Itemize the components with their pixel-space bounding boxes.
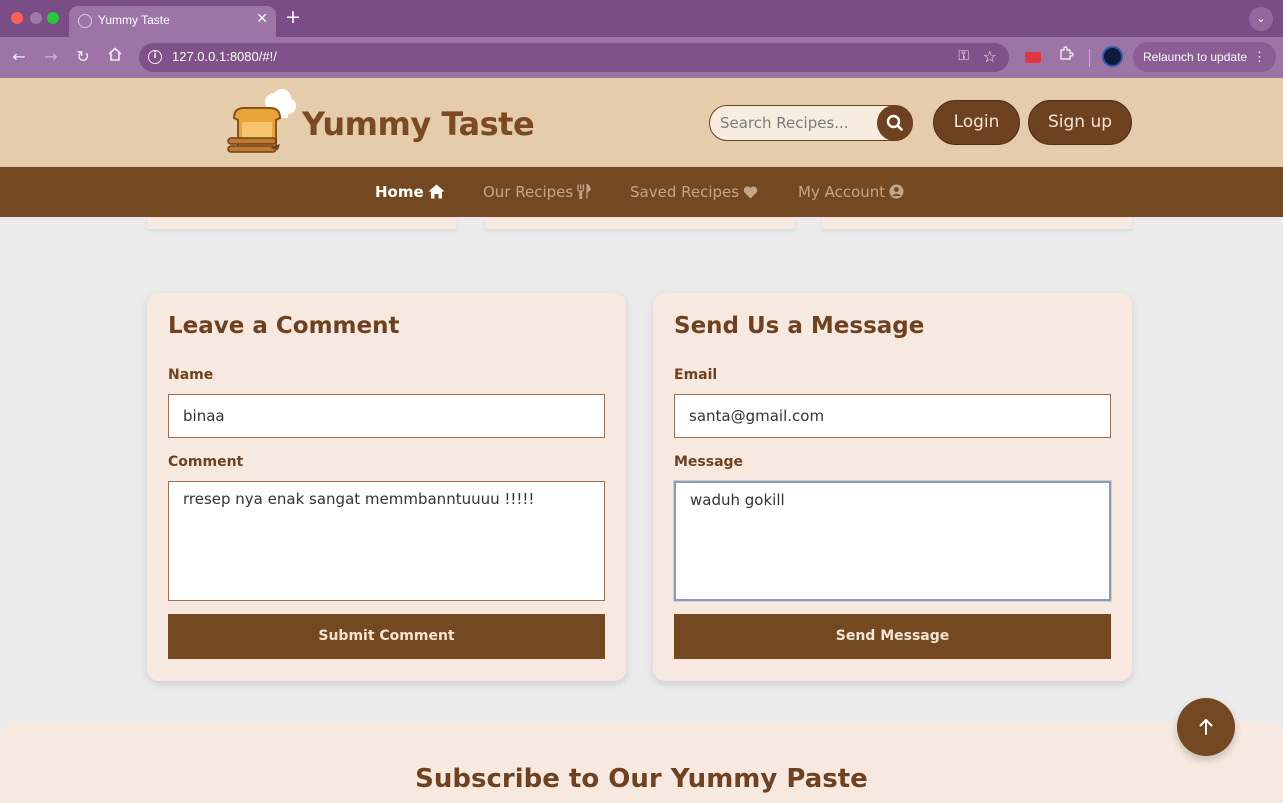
user-circle-icon [889,184,904,199]
relaunch-label: Relaunch to update [1143,50,1248,64]
nav-item-my-account[interactable]: My Account [798,183,904,201]
message-label: Message [674,454,744,470]
message-panel: Send Us a Message Email Message waduh go… [653,293,1132,681]
comment-label: Comment [168,454,244,470]
logo-bread-chef-icon[interactable] [226,86,300,158]
brand-title[interactable]: Yummy Taste [302,105,535,143]
main-nav: Home Our Recipes Saved Recipes My Accoun… [0,167,1283,217]
comment-panel-title: Leave a Comment [168,313,400,339]
email-label: Email [674,367,718,383]
close-tab-icon[interactable]: ✕ [256,11,268,27]
reload-icon[interactable]: ↻ [73,47,93,66]
minimize-window-button[interactable] [30,12,42,24]
name-field[interactable] [168,394,605,438]
address-bar[interactable]: i 127.0.0.1:8080/#!/ ⚿ ☆ [139,43,1009,72]
nav-item-label: Our Recipes [483,183,574,201]
browser-tab[interactable]: Yummy Taste ✕ [69,6,276,37]
nav-item-saved-recipes[interactable]: Saved Recipes [630,183,758,201]
message-panel-title: Send Us a Message [674,313,925,339]
nav-item-label: Saved Recipes [630,183,740,201]
new-tab-button[interactable]: + [285,6,301,28]
more-vertical-icon[interactable]: ⋮ [1253,42,1266,72]
back-arrow-icon[interactable]: ← [9,47,29,66]
maximize-window-button[interactable] [47,12,59,24]
password-key-icon[interactable]: ⚿ [958,48,969,64]
utensils-icon [577,183,591,200]
close-window-button[interactable] [11,12,23,24]
name-label: Name [168,367,214,383]
subscribe-title: Subscribe to Our Yummy Paste [415,764,868,794]
comment-panel: Leave a Comment Name Comment rresep nya … [147,293,626,681]
site-header: Yummy Taste Login Sign up [0,78,1283,167]
nav-item-home[interactable]: Home [375,183,445,201]
url-text[interactable]: 127.0.0.1:8080/#!/ [172,49,277,64]
profile-avatar[interactable] [1102,46,1123,67]
login-button[interactable]: Login [933,100,1020,145]
email-field[interactable] [674,394,1111,438]
home-icon[interactable] [105,46,125,65]
toolbar-divider [1089,49,1090,67]
subscribe-section: Subscribe to Our Yummy Paste [0,722,1283,803]
site-info-icon[interactable]: i [148,50,162,64]
heart-icon [743,186,758,199]
search-button[interactable] [877,105,913,141]
browser-tab-strip: Yummy Taste ✕ + ⌄ [0,0,1283,37]
nav-item-label: Home [375,183,424,201]
send-message-button[interactable]: Send Message [674,614,1111,659]
extension-icon[interactable] [1022,46,1044,68]
forward-arrow-icon[interactable]: → [41,47,61,66]
relaunch-button[interactable]: Relaunch to update ⋮ [1133,42,1276,72]
bookmark-star-icon[interactable]: ☆ [983,47,997,66]
search-icon [886,114,903,131]
submit-comment-button[interactable]: Submit Comment [168,614,605,659]
extensions-puzzle-icon[interactable] [1055,46,1077,68]
search-box [709,105,913,141]
arrow-up-icon [1199,719,1213,735]
recipe-card[interactable] [485,217,795,229]
browser-toolbar: ← → ↻ i 127.0.0.1:8080/#!/ ⚿ ☆ Relaunch … [0,37,1283,78]
signup-button[interactable]: Sign up [1028,100,1132,145]
nav-item-label: My Account [798,183,886,201]
globe-icon [78,14,92,28]
home-icon [428,184,445,199]
recipe-card[interactable] [147,217,457,229]
back-to-top-button[interactable] [1177,698,1235,756]
message-textarea[interactable]: waduh gokill [674,481,1111,601]
tab-title: Yummy Taste [98,13,170,27]
comment-textarea[interactable]: rresep nya enak sangat memmbanntuuuu !!!… [168,481,605,601]
nav-item-our-recipes[interactable]: Our Recipes [483,183,591,201]
tab-search-button[interactable]: ⌄ [1249,7,1273,31]
recipe-card[interactable] [822,217,1132,229]
search-input[interactable] [720,113,875,133]
